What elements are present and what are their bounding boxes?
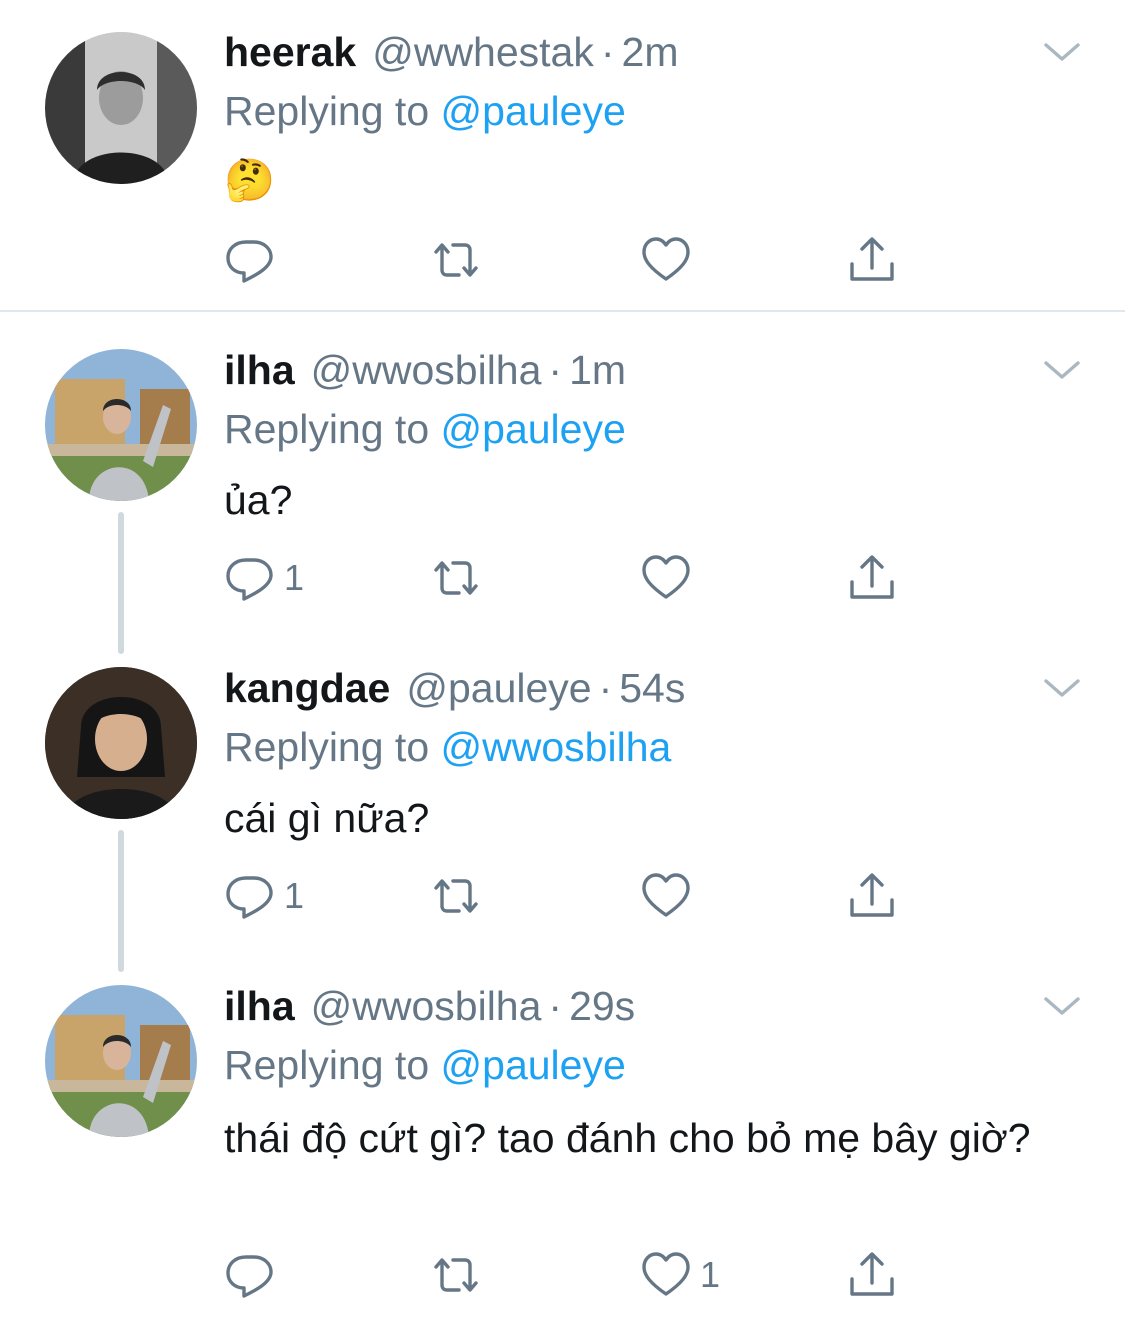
retweet-button[interactable] — [430, 868, 482, 924]
tweet-text: ủa? — [224, 477, 293, 523]
reply-button[interactable] — [224, 1247, 284, 1303]
tweet[interactable]: heerak @wwhestak · 2m Replying to @paule… — [0, 0, 1125, 312]
reply-count: 1 — [284, 875, 305, 916]
share-button[interactable] — [846, 868, 898, 924]
like-button[interactable]: 1 — [640, 1247, 720, 1303]
retweet-button[interactable] — [430, 232, 482, 288]
share-button[interactable] — [846, 1247, 898, 1303]
tweet[interactable]: ilha @wwosbilha · 29s Replying to @paule… — [0, 950, 1125, 1327]
timestamp[interactable]: 2m — [622, 27, 679, 77]
tweet-actions: 1 — [224, 550, 924, 606]
timestamp[interactable]: 54s — [619, 663, 685, 713]
retweet-icon — [430, 552, 482, 604]
separator-dot: · — [548, 983, 563, 1029]
avatar[interactable] — [45, 667, 197, 819]
reply-count: 1 — [284, 557, 305, 598]
separator-dot: · — [598, 665, 613, 711]
share-icon — [846, 1249, 898, 1301]
chevron-down-icon[interactable] — [1042, 40, 1082, 64]
replying-to: Replying to @pauleye — [224, 1040, 626, 1090]
user-handle[interactable]: @wwosbilha — [311, 345, 542, 395]
replying-to: Replying to @pauleye — [224, 404, 626, 454]
display-name[interactable]: ilha — [224, 981, 295, 1031]
tweet-actions: 1 — [224, 868, 924, 924]
share-button[interactable] — [846, 550, 898, 606]
heart-icon — [640, 234, 692, 286]
share-button[interactable] — [846, 232, 898, 288]
heart-icon — [640, 1249, 692, 1301]
tweet-actions: 1 — [224, 1247, 924, 1303]
tweet-actions — [224, 232, 924, 288]
like-button[interactable] — [640, 232, 700, 288]
display-name[interactable]: kangdae — [224, 663, 390, 713]
timestamp[interactable]: 29s — [569, 981, 635, 1031]
display-name[interactable]: heerak — [224, 27, 356, 77]
display-name[interactable]: ilha — [224, 345, 295, 395]
share-icon — [846, 870, 898, 922]
retweet-icon — [430, 870, 482, 922]
chevron-down-icon[interactable] — [1042, 676, 1082, 700]
avatar[interactable] — [45, 985, 197, 1137]
timestamp[interactable]: 1m — [569, 345, 626, 395]
separator-dot: · — [548, 347, 563, 393]
reply-icon — [224, 870, 276, 922]
reply-button[interactable]: 1 — [224, 550, 304, 606]
heart-icon — [640, 552, 692, 604]
replying-to-label: Replying to — [224, 406, 430, 452]
user-handle[interactable]: @wwosbilha — [311, 981, 542, 1031]
replying-to-label: Replying to — [224, 88, 430, 134]
avatar[interactable] — [45, 32, 197, 184]
reply-thread: heerak @wwhestak · 2m Replying to @paule… — [0, 0, 1125, 1327]
tweet[interactable]: kangdae @pauleye · 54s Replying to @wwos… — [0, 632, 1125, 972]
tweet-text: thái độ cứt gì? tao đánh cho bỏ mẹ bây g… — [224, 1115, 1031, 1161]
tweet-text: 🤔 — [224, 157, 276, 203]
tweet-text: cái gì nữa? — [224, 795, 430, 841]
share-icon — [846, 552, 898, 604]
heart-icon — [640, 870, 692, 922]
user-handle[interactable]: @wwhestak — [372, 27, 594, 77]
retweet-button[interactable] — [430, 550, 482, 606]
chevron-down-icon[interactable] — [1042, 994, 1082, 1018]
replying-to: Replying to @wwosbilha — [224, 722, 671, 772]
reply-button[interactable] — [224, 232, 284, 288]
retweet-button[interactable] — [430, 1247, 482, 1303]
reply-icon — [224, 552, 276, 604]
reply-icon — [224, 234, 276, 286]
chevron-down-icon[interactable] — [1042, 358, 1082, 382]
retweet-icon — [430, 1249, 482, 1301]
mention-link[interactable]: @wwosbilha — [441, 724, 672, 770]
replying-to-label: Replying to — [224, 1042, 430, 1088]
mention-link[interactable]: @pauleye — [441, 88, 626, 134]
retweet-icon — [430, 234, 482, 286]
like-button[interactable] — [640, 550, 700, 606]
share-icon — [846, 234, 898, 286]
tweet[interactable]: ilha @wwosbilha · 1m Replying to @pauley… — [0, 314, 1125, 654]
separator-dot: · — [600, 29, 615, 75]
like-count: 1 — [700, 1254, 721, 1295]
user-handle[interactable]: @pauleye — [406, 663, 591, 713]
avatar[interactable] — [45, 349, 197, 501]
replying-to: Replying to @pauleye — [224, 86, 626, 136]
reply-button[interactable]: 1 — [224, 868, 304, 924]
mention-link[interactable]: @pauleye — [441, 406, 626, 452]
like-button[interactable] — [640, 868, 700, 924]
replying-to-label: Replying to — [224, 724, 430, 770]
reply-icon — [224, 1249, 276, 1301]
mention-link[interactable]: @pauleye — [441, 1042, 626, 1088]
